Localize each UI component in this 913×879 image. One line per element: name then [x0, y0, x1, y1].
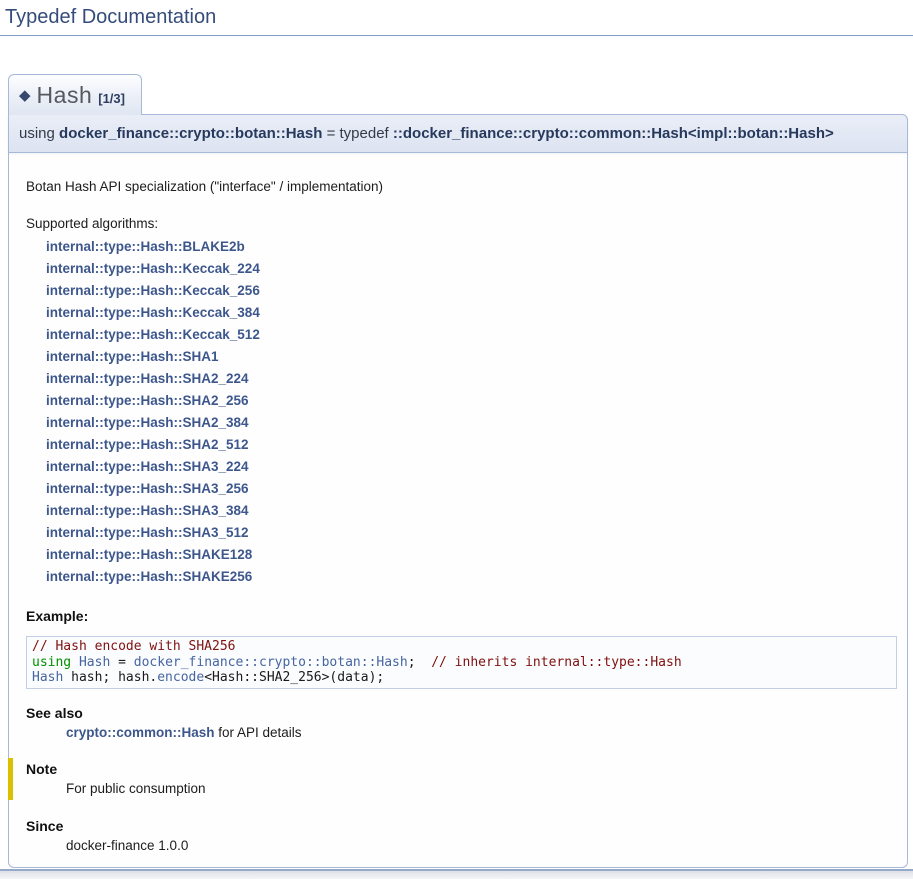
code-plain: [71, 655, 79, 670]
code-plain: ;: [408, 655, 431, 670]
footer-divider: [0, 869, 913, 879]
since-text: docker-finance 1.0.0: [66, 838, 897, 853]
algorithm-link[interactable]: internal::type::Hash::SHA2_384: [46, 415, 249, 430]
typedef-member-block: ◆Hash[1/3] using docker_finance::crypto:…: [8, 74, 908, 868]
code-line: Hash hash; hash.encode<Hash::SHA2_256>(d…: [32, 670, 891, 686]
code-plain: hash; hash.: [63, 670, 157, 685]
code-link[interactable]: docker_finance::crypto::botan::Hash: [134, 655, 408, 670]
algorithm-list: internal::type::Hash::BLAKE2binternal::t…: [46, 236, 897, 588]
code-link[interactable]: encode: [157, 670, 204, 685]
algorithm-link[interactable]: internal::type::Hash::SHA3_512: [46, 525, 249, 540]
algorithm-link[interactable]: internal::type::Hash::SHA3_256: [46, 481, 249, 496]
example-section: Example:: [26, 608, 897, 624]
proto-using-keyword: using: [19, 125, 59, 142]
code-plain: =: [110, 655, 133, 670]
algorithm-link[interactable]: internal::type::Hash::Keccak_384: [46, 305, 260, 320]
algorithm-link[interactable]: internal::type::Hash::BLAKE2b: [46, 239, 245, 254]
algorithm-link[interactable]: internal::type::Hash::SHAKE256: [46, 569, 252, 584]
see-also-link[interactable]: crypto::common::Hash: [66, 725, 215, 740]
code-plain: <Hash::SHA2_256>(data);: [204, 670, 384, 685]
algorithm-list-item: internal::type::Hash::BLAKE2b: [46, 236, 897, 258]
see-also-content: crypto::common::Hash for API details: [66, 725, 897, 740]
algorithm-link[interactable]: internal::type::Hash::SHAKE128: [46, 547, 252, 562]
algorithm-list-item: internal::type::Hash::Keccak_256: [46, 280, 897, 302]
algorithm-link[interactable]: internal::type::Hash::SHA2_224: [46, 371, 249, 386]
code-link[interactable]: Hash: [79, 655, 110, 670]
algorithm-list-item: internal::type::Hash::SHAKE256: [46, 566, 897, 588]
algorithm-list-item: internal::type::Hash::SHA2_224: [46, 368, 897, 390]
algorithm-list-item: internal::type::Hash::Keccak_512: [46, 324, 897, 346]
algorithm-link[interactable]: internal::type::Hash::Keccak_512: [46, 327, 260, 342]
algorithm-list-item: internal::type::Hash::Keccak_384: [46, 302, 897, 324]
algorithm-link[interactable]: internal::type::Hash::Keccak_224: [46, 261, 260, 276]
brief-description: Botan Hash API specialization ("interfac…: [26, 179, 897, 194]
proto-typedef-name: docker_finance::crypto::botan::Hash: [59, 125, 322, 142]
algorithm-list-item: internal::type::Hash::SHA3_224: [46, 456, 897, 478]
algorithm-link[interactable]: internal::type::Hash::SHA3_224: [46, 459, 249, 474]
algorithm-list-item: internal::type::Hash::SHAKE128: [46, 544, 897, 566]
algorithm-link[interactable]: internal::type::Hash::SHA2_256: [46, 393, 249, 408]
example-label: Example:: [26, 608, 897, 624]
algorithm-list-item: internal::type::Hash::SHA2_384: [46, 412, 897, 434]
algorithm-list-item: internal::type::Hash::Keccak_224: [46, 258, 897, 280]
algorithm-list-item: internal::type::Hash::SHA3_256: [46, 478, 897, 500]
see-also-label: See also: [26, 705, 897, 721]
code-keyword: using: [32, 655, 71, 670]
see-also-section: See also crypto::common::Hash for API de…: [26, 705, 897, 740]
supported-algorithms-label: Supported algorithms:: [26, 216, 897, 231]
note-text: For public consumption: [66, 781, 897, 796]
member-overload-index: [1/3]: [98, 91, 125, 106]
algorithm-link[interactable]: internal::type::Hash::SHA2_512: [46, 437, 249, 452]
member-prototype: using docker_finance::crypto::botan::Has…: [8, 114, 908, 153]
algorithm-list-item: internal::type::Hash::SHA2_256: [46, 390, 897, 412]
algorithm-link[interactable]: internal::type::Hash::Keccak_256: [46, 283, 260, 298]
code-fragment: // Hash encode with SHA256using Hash = d…: [26, 636, 897, 689]
code-line: using Hash = docker_finance::crypto::bot…: [32, 655, 891, 671]
member-documentation: Botan Hash API specialization ("interfac…: [8, 153, 908, 868]
page-title: Typedef Documentation: [0, 6, 913, 36]
code-link[interactable]: Hash: [32, 670, 63, 685]
algorithm-list-item: internal::type::Hash::SHA2_512: [46, 434, 897, 456]
proto-equals-typedef: = typedef: [322, 125, 392, 142]
member-name: Hash: [37, 82, 93, 108]
member-tab: ◆ Hash [1/3]: [8, 74, 142, 115]
since-label: Since: [26, 818, 897, 834]
since-section: Since docker-finance 1.0.0: [26, 818, 897, 853]
proto-target-type: ::docker_finance::crypto::common::Hash<i…: [393, 125, 834, 142]
code-comment: // inherits internal::type::Hash: [431, 655, 681, 670]
algorithm-list-item: internal::type::Hash::SHA3_384: [46, 500, 897, 522]
note-label: Note: [26, 761, 897, 777]
code-comment: // Hash encode with SHA256: [32, 639, 236, 654]
algorithm-link[interactable]: internal::type::Hash::SHA1: [46, 349, 219, 364]
algorithm-link[interactable]: internal::type::Hash::SHA3_384: [46, 503, 249, 518]
algorithm-list-item: internal::type::Hash::SHA1: [46, 346, 897, 368]
code-line: // Hash encode with SHA256: [32, 639, 891, 655]
see-also-text: for API details: [215, 725, 302, 740]
note-section: Note For public consumption: [8, 758, 897, 800]
permalink-diamond-icon[interactable]: ◆: [19, 87, 31, 104]
algorithm-list-item: internal::type::Hash::SHA3_512: [46, 522, 897, 544]
